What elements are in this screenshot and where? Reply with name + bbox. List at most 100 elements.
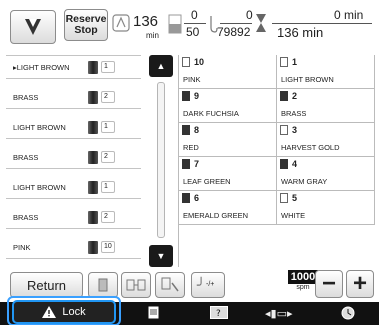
fraction-divider-2 — [220, 23, 252, 24]
thread-name: LEAF GREEN — [183, 177, 231, 186]
thread-change-button[interactable] — [155, 272, 185, 298]
needle-cell[interactable]: 2 BRASS — [277, 89, 375, 123]
needle-number: 2 — [101, 211, 115, 223]
return-button[interactable]: Return — [10, 272, 83, 298]
color-name: PINK — [13, 242, 31, 252]
speed-plus-button[interactable]: + — [346, 270, 374, 298]
color-sort-button[interactable] — [121, 272, 151, 298]
embroidery-icon — [25, 19, 41, 35]
spool-small-icon — [98, 278, 108, 292]
help-icon[interactable]: ? — [210, 306, 228, 322]
spool-icon — [88, 121, 98, 134]
spool-icon — [280, 159, 288, 169]
needle-thread-table: 10 PINK 1 LIGHT BROWN 9 DARK FUCHSIA 2 B… — [178, 55, 375, 267]
total-time-value: 136 — [133, 13, 159, 30]
spool-icon — [182, 57, 190, 67]
clock-icon[interactable] — [341, 306, 355, 323]
spool-icon — [88, 91, 98, 104]
thread-name: LIGHT BROWN — [281, 75, 334, 84]
color-name: BRASS — [13, 212, 39, 222]
spool-icon — [280, 91, 288, 101]
spool-icon — [88, 211, 98, 224]
stop-label: Stop — [74, 24, 98, 36]
spool-icon — [88, 151, 98, 164]
frame-move-icon[interactable]: ◂▮▭▸ — [265, 306, 293, 320]
thread-name: EMERALD GREEN — [183, 211, 249, 220]
needle-number: 1 — [101, 121, 115, 133]
list-item[interactable]: ▸LIGHT BROWN 1 — [6, 56, 141, 79]
current-stitch-bottom: 50 — [186, 25, 200, 39]
list-item[interactable]: BRASS 2 — [6, 146, 141, 169]
needle-cell[interactable]: 8 RED — [179, 123, 277, 157]
thread-cut-button[interactable] — [88, 272, 118, 298]
needle-adjust-button[interactable]: ╯ -/+ — [191, 272, 225, 298]
fraction-divider — [184, 23, 206, 24]
embroidery-frame-button[interactable] — [10, 10, 56, 44]
lock-button[interactable]: Lock — [12, 300, 116, 324]
warning-icon — [42, 306, 57, 318]
needle-number: 1 — [101, 61, 115, 73]
list-item[interactable]: PINK 10 — [6, 236, 141, 259]
spool-icon — [88, 61, 98, 74]
needle-number: 7 — [194, 159, 200, 169]
needle-number: 3 — [292, 125, 298, 135]
time-top: 0 min — [334, 8, 364, 22]
spool-icon — [182, 125, 190, 135]
thread-name: DARK FUCHSIA — [183, 109, 239, 118]
color-name: LIGHT BROWN — [13, 182, 66, 192]
color-sort-icon — [126, 279, 146, 291]
color-name: ▸LIGHT BROWN — [13, 62, 70, 72]
needle-cell[interactable]: 6 EMERALD GREEN — [179, 191, 277, 225]
list-item[interactable]: LIGHT BROWN 1 — [6, 116, 141, 139]
needle-cell[interactable]: 9 DARK FUCHSIA — [179, 89, 277, 123]
needle-change-icon — [161, 277, 179, 292]
total-stitch-bottom: 79892 — [217, 25, 251, 39]
needle-number: 8 — [194, 125, 200, 135]
total-time-unit: min — [146, 31, 159, 40]
spool-icon — [182, 193, 190, 203]
spool-icon — [280, 193, 288, 203]
thread-name: WHITE — [281, 211, 306, 220]
needle-cell[interactable]: 1 LIGHT BROWN — [277, 55, 375, 89]
list-item[interactable]: BRASS 2 — [6, 86, 141, 109]
reserve-stop-button[interactable]: Reserve Stop — [64, 9, 108, 41]
spool-icon — [182, 159, 190, 169]
needle-adjust-label: -/+ — [206, 281, 215, 288]
color-progress-icon — [168, 14, 182, 34]
needle-cell[interactable]: 7 LEAF GREEN — [179, 157, 277, 191]
scroll-track[interactable] — [157, 82, 165, 238]
stitch-time-icon — [112, 14, 130, 32]
triangle-up-icon: ▲ — [156, 61, 166, 71]
speed-value: 1000 — [288, 270, 318, 284]
fraction-divider-3 — [272, 23, 372, 24]
needle-number: 9 — [194, 91, 200, 101]
spool-icon — [88, 181, 98, 194]
list-item[interactable]: BRASS 2 — [6, 206, 141, 229]
spool-icon — [182, 91, 190, 101]
list-item[interactable]: LIGHT BROWN 1 — [6, 176, 141, 199]
spool-icon — [88, 241, 98, 254]
svg-text:?: ? — [216, 309, 221, 319]
thread-name: RED — [183, 143, 199, 152]
thread-name: WARM GRAY — [281, 177, 328, 186]
thread-name: HARVEST GOLD — [281, 143, 340, 152]
document-icon[interactable] — [148, 306, 159, 322]
needle-icon: ╯ — [197, 277, 206, 293]
needle-cell[interactable]: 4 WARM GRAY — [277, 157, 375, 191]
needle-number: 1 — [292, 57, 298, 67]
needle-number: 2 — [101, 91, 115, 103]
color-name: BRASS — [13, 152, 39, 162]
scroll-down-button[interactable]: ▼ — [149, 245, 173, 267]
speed-minus-button[interactable]: − — [315, 270, 343, 298]
needle-number: 5 — [292, 193, 298, 203]
needle-cell[interactable]: 10 PINK — [179, 55, 277, 89]
total-stitch-top: 0 — [246, 8, 253, 22]
needle-number: 2 — [292, 91, 298, 101]
speed-unit: spm — [296, 284, 310, 291]
needle-cell[interactable]: 3 HARVEST GOLD — [277, 123, 375, 157]
needle-number: 2 — [101, 151, 115, 163]
needle-number: 10 — [101, 241, 115, 253]
needle-cell[interactable]: 5 WHITE — [277, 191, 375, 225]
scroll-up-button[interactable]: ▲ — [149, 55, 173, 77]
color-name: BRASS — [13, 92, 39, 102]
